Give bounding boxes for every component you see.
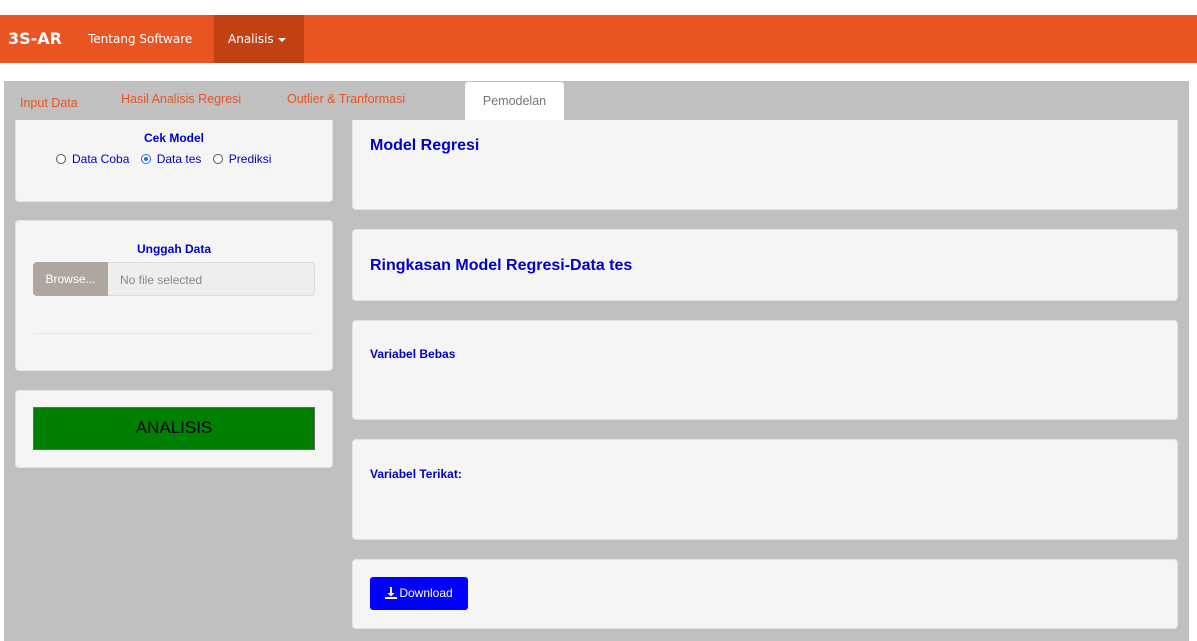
upload-progress-bar <box>33 333 315 334</box>
tab-pemodelan[interactable]: Pemodelan <box>465 82 564 120</box>
radio-selected-icon[interactable] <box>140 154 151 164</box>
model-regresi-panel <box>352 120 1178 210</box>
variabel-bebas-panel <box>352 320 1178 420</box>
download-icon <box>385 587 398 599</box>
radio-label: Data tes <box>156 152 202 166</box>
nav-analisis-dropdown[interactable]: Analisis <box>214 15 304 63</box>
radio-label: Data Coba <box>72 152 130 166</box>
page-right-edge <box>1189 63 1197 641</box>
variabel-bebas-label: Variabel Bebas <box>370 347 456 361</box>
radio-data-tes[interactable]: Data tes <box>140 152 202 166</box>
download-panel <box>352 559 1178 629</box>
ringkasan-heading: Ringkasan Model Regresi-Data tes <box>370 257 633 274</box>
model-regresi-heading: Model Regresi <box>370 137 480 154</box>
radio-button-icon[interactable] <box>56 154 66 164</box>
cek-model-title: Cek Model <box>143 131 204 145</box>
nav-tentang-software[interactable]: Tentang Software <box>88 15 192 63</box>
analisis-button[interactable]: ANALISIS <box>33 407 315 450</box>
radio-button-icon[interactable] <box>212 154 223 164</box>
tab-input-data[interactable]: Input Data <box>20 84 78 122</box>
caret-down-icon <box>277 37 286 42</box>
variabel-terikat-label: Variabel Terikat: <box>370 467 462 481</box>
radio-data-coba[interactable]: Data Coba <box>56 152 129 166</box>
download-button[interactable]: Download <box>370 577 468 610</box>
download-label: Download <box>399 586 453 600</box>
tab-outlier-tranformasi[interactable]: Outlier & Tranformasi <box>287 82 405 116</box>
cek-model-radio-group: Data Coba Data tes Prediksi <box>56 152 279 166</box>
nav-analisis-label: Analisis <box>228 32 274 46</box>
radio-prediksi[interactable]: Prediksi <box>212 152 272 166</box>
browse-button[interactable]: Browse... <box>33 262 108 296</box>
top-navbar: 3S-AR Tentang Software Analisis <box>0 15 1197 63</box>
radio-label: Prediksi <box>228 152 272 166</box>
file-name-field[interactable]: No file selected <box>108 262 315 296</box>
variabel-terikat-panel <box>352 439 1178 540</box>
upload-title: Unggah Data <box>136 242 211 256</box>
brand-logo-text[interactable]: 3S-AR <box>8 15 62 63</box>
tab-hasil-analisis-regresi[interactable]: Hasil Analisis Regresi <box>121 82 241 116</box>
